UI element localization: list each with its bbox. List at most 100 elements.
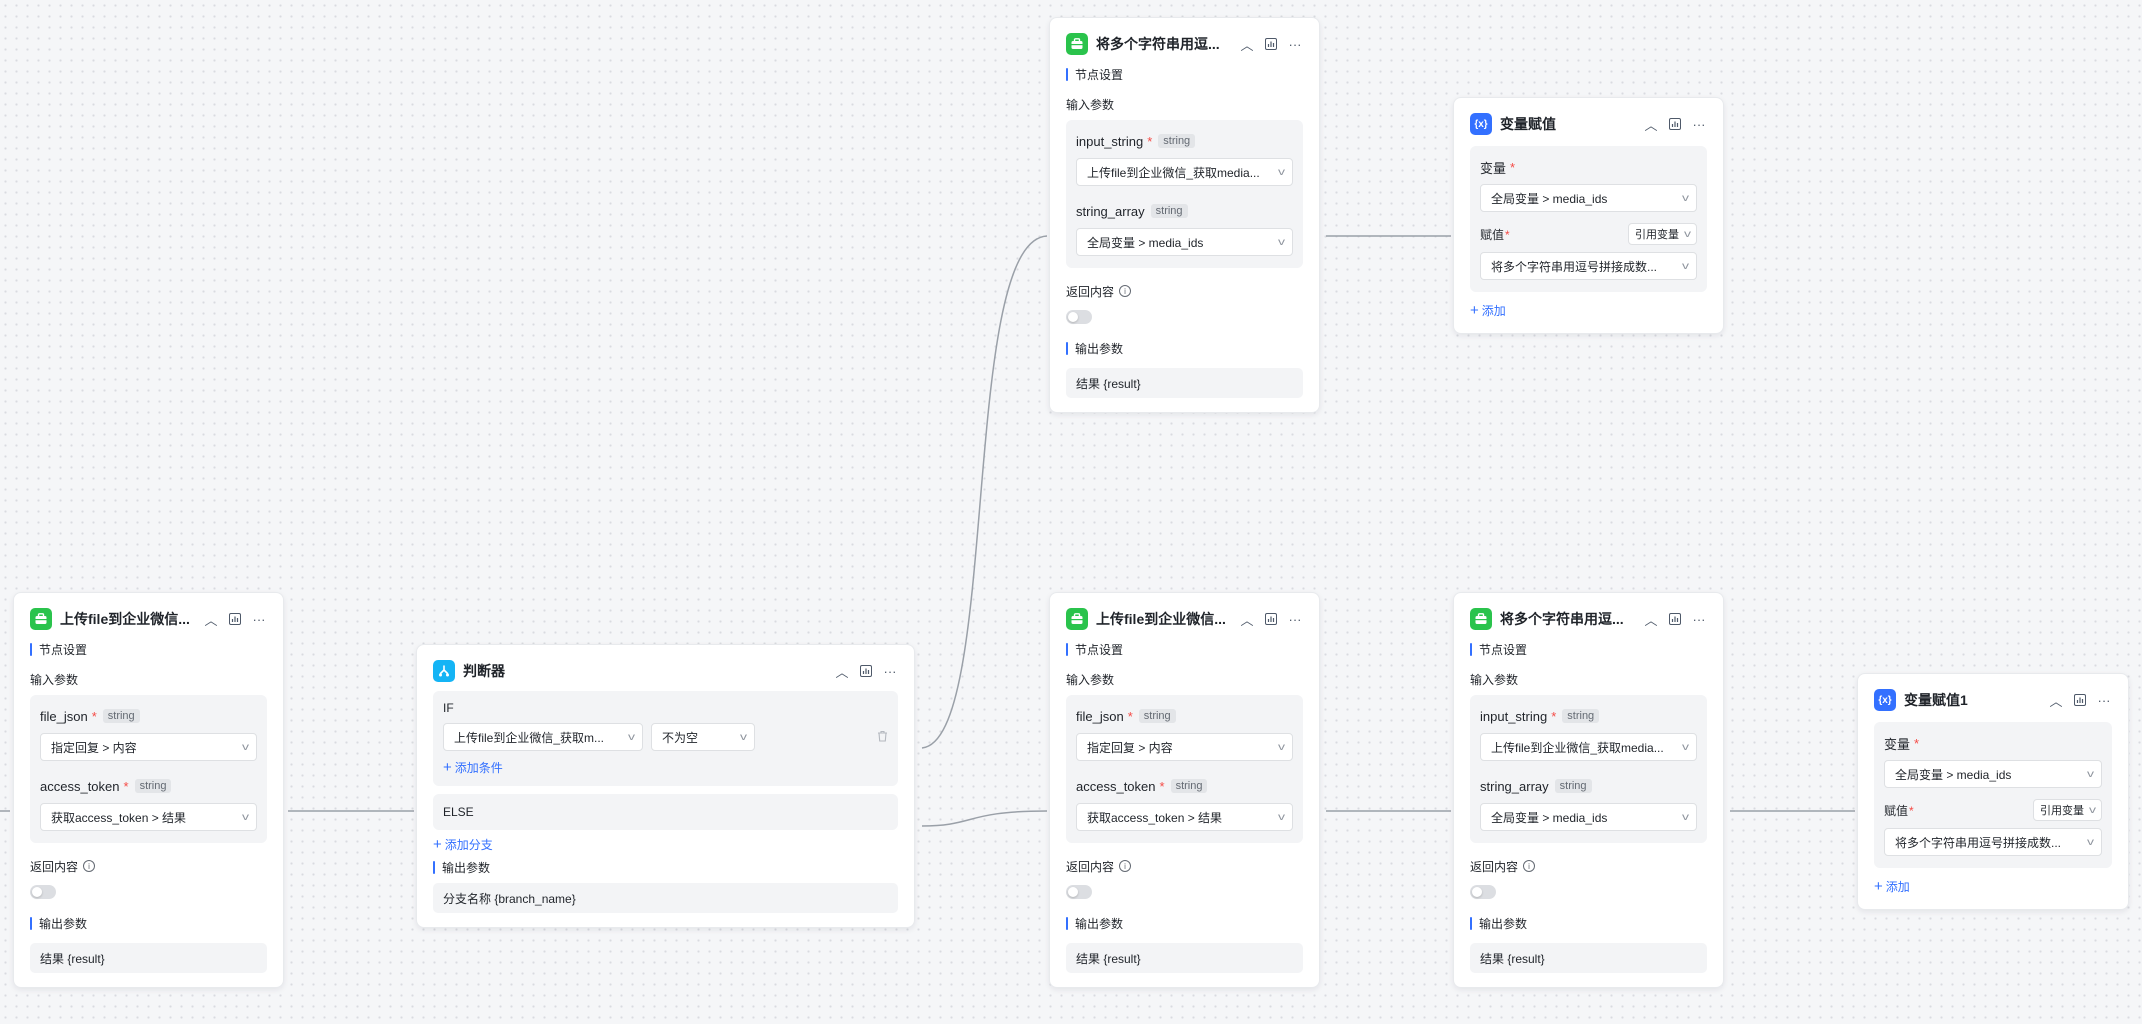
- stats-icon[interactable]: [1263, 36, 1279, 52]
- info-icon[interactable]: i: [1523, 860, 1536, 872]
- delete-icon[interactable]: [877, 730, 888, 745]
- more-icon[interactable]: ···: [1691, 116, 1707, 132]
- input-params-label: 输入参数: [1066, 672, 1115, 687]
- chevron-down-icon: v: [1682, 260, 1689, 272]
- plugin-icon: [30, 608, 52, 630]
- add-variable-button[interactable]: + 添加: [1874, 878, 1910, 895]
- type-tag: string: [1562, 709, 1600, 723]
- chevron-down-icon: v: [242, 741, 249, 753]
- join-strings-node-bottom[interactable]: 将多个字符串用逗... ︿ ··· 节点设置 输入参数 input_string…: [1453, 592, 1724, 988]
- select-value: 将多个字符串用逗号拼接成数...: [1491, 259, 1658, 274]
- output-params-label: 输出参数: [1066, 913, 1303, 933]
- upload-file-node-mid[interactable]: 上传file到企业微信... ︿ ··· 节点设置 输入参数 file_json…: [1049, 592, 1320, 988]
- input-string-select[interactable]: 上传file到企业微信_获取media... v: [1076, 158, 1293, 186]
- collapse-icon[interactable]: ︿: [2048, 692, 2064, 709]
- add-branch-button[interactable]: + 添加分支: [433, 836, 493, 853]
- select-value: 获取access_token > 结果: [51, 810, 187, 825]
- file-json-select[interactable]: 指定回复 > 内容 v: [40, 733, 257, 761]
- collapse-icon[interactable]: ︿: [1643, 611, 1659, 628]
- string-array-select[interactable]: 全局变量 > media_ids v: [1480, 803, 1697, 831]
- node-title: 变量赋值1: [1904, 692, 1968, 708]
- more-icon[interactable]: ···: [1287, 611, 1303, 627]
- access-token-select[interactable]: 获取access_token > 结果 v: [40, 803, 257, 831]
- branch-icon: [433, 660, 455, 682]
- chevron-down-icon: v: [740, 731, 747, 743]
- return-content-toggle[interactable]: [1066, 310, 1092, 324]
- return-content-toggle[interactable]: [1066, 885, 1092, 899]
- return-content-toggle[interactable]: [30, 885, 56, 899]
- output-params-label: 输出参数: [1066, 338, 1303, 358]
- output-branch-name: 分支名称 {branch_name}: [433, 883, 898, 913]
- condition-variable-select[interactable]: 上传file到企业微信_获取m... v: [443, 723, 643, 751]
- param-input-string: input_string * string: [1076, 130, 1293, 152]
- string-array-select[interactable]: 全局变量 > media_ids v: [1076, 228, 1293, 256]
- stats-icon[interactable]: [1667, 611, 1683, 627]
- judge-node[interactable]: 判断器 ︿ ··· IF 上传file到企业微信_获取m... v 不为空 v …: [416, 644, 915, 928]
- required-mark: *: [1914, 735, 1920, 751]
- stats-icon[interactable]: [227, 611, 243, 627]
- more-icon[interactable]: ···: [1691, 611, 1707, 627]
- select-value: 将多个字符串用逗号拼接成数...: [1895, 835, 2062, 850]
- param-input-string: input_string * string: [1480, 705, 1697, 727]
- return-content-row: 返回内容 i: [30, 857, 267, 875]
- variable-assign-node-top[interactable]: {x} 变量赋值 ︿ ··· 变量 * 全局变量 > media_ids v 赋…: [1453, 97, 1724, 334]
- stats-icon[interactable]: [858, 663, 874, 679]
- return-content-label: 返回内容: [1066, 284, 1115, 299]
- chevron-down-icon: v: [628, 731, 635, 743]
- node-title: 判断器: [463, 663, 505, 679]
- stats-icon[interactable]: [2072, 692, 2088, 708]
- variable-select[interactable]: 全局变量 > media_ids v: [1884, 760, 2102, 788]
- input-string-select[interactable]: 上传file到企业微信_获取media... v: [1480, 733, 1697, 761]
- access-token-select[interactable]: 获取access_token > 结果 v: [1076, 803, 1293, 831]
- variable-assign-node-bottom[interactable]: {x} 变量赋值1 ︿ ··· 变量 * 全局变量 > media_ids v …: [1857, 673, 2129, 910]
- type-tag: string: [1554, 779, 1592, 793]
- info-icon[interactable]: i: [1119, 285, 1132, 297]
- add-variable-button[interactable]: + 添加: [1470, 302, 1506, 319]
- output-result: 结果 {result}: [1066, 368, 1303, 398]
- stats-icon[interactable]: [1263, 611, 1279, 627]
- node-header: 将多个字符串用逗... ︿ ···: [1470, 605, 1707, 633]
- node-header: {x} 变量赋值 ︿ ···: [1470, 110, 1707, 138]
- output-result: 结果 {result}: [1066, 943, 1303, 973]
- type-tag: string: [102, 709, 140, 723]
- more-icon[interactable]: ···: [2096, 692, 2112, 708]
- variable-label-row: 变量 *: [1884, 732, 2102, 754]
- output-params-label: 输出参数: [30, 913, 267, 933]
- variable-select[interactable]: 全局变量 > media_ids v: [1480, 184, 1697, 212]
- join-strings-node-top[interactable]: 将多个字符串用逗... ︿ ··· 节点设置 输入参数 input_string…: [1049, 17, 1320, 413]
- info-icon[interactable]: i: [1119, 860, 1132, 872]
- assign-value-select[interactable]: 将多个字符串用逗号拼接成数... v: [1884, 828, 2102, 856]
- output-result: 结果 {result}: [30, 943, 267, 973]
- collapse-icon[interactable]: ︿: [1239, 36, 1255, 53]
- add-condition-button[interactable]: + 添加条件: [443, 759, 503, 776]
- collapse-icon[interactable]: ︿: [1239, 611, 1255, 628]
- reference-type-select[interactable]: 引用变量 v: [2033, 799, 2102, 821]
- plus-icon: +: [443, 759, 452, 776]
- node-settings-label: 节点设置: [1470, 639, 1707, 659]
- file-json-select[interactable]: 指定回复 > 内容 v: [1076, 733, 1293, 761]
- plus-icon: +: [433, 836, 442, 853]
- plus-icon: +: [1470, 302, 1479, 319]
- more-icon[interactable]: ···: [251, 611, 267, 627]
- type-tag: string: [134, 779, 172, 793]
- return-content-toggle[interactable]: [1470, 885, 1496, 899]
- upload-file-node-left[interactable]: 上传file到企业微信... ︿ ··· 节点设置 输入参数 file_json…: [13, 592, 284, 988]
- reference-type-select[interactable]: 引用变量 v: [1628, 223, 1697, 245]
- condition-operator-select[interactable]: 不为空 v: [651, 723, 755, 751]
- select-value: 上传file到企业微信_获取media...: [1491, 740, 1664, 755]
- more-icon[interactable]: ···: [882, 663, 898, 679]
- more-icon[interactable]: ···: [1287, 36, 1303, 52]
- collapse-icon[interactable]: ︿: [203, 611, 219, 628]
- param-name: file_json: [1076, 708, 1124, 724]
- node-settings-label: 节点设置: [1066, 64, 1303, 84]
- collapse-icon[interactable]: ︿: [834, 663, 850, 680]
- node-title: 将多个字符串用逗...: [1500, 611, 1624, 627]
- info-icon[interactable]: i: [83, 860, 96, 872]
- variable-icon: {x}: [1874, 689, 1896, 711]
- stats-icon[interactable]: [1667, 116, 1683, 132]
- assign-label-row: 赋值* 引用变量 v: [1884, 798, 2102, 822]
- assign-value-select[interactable]: 将多个字符串用逗号拼接成数... v: [1480, 252, 1697, 280]
- node-header: 上传file到企业微信... ︿ ···: [1066, 605, 1303, 633]
- collapse-icon[interactable]: ︿: [1643, 116, 1659, 133]
- output-result: 结果 {result}: [1470, 943, 1707, 973]
